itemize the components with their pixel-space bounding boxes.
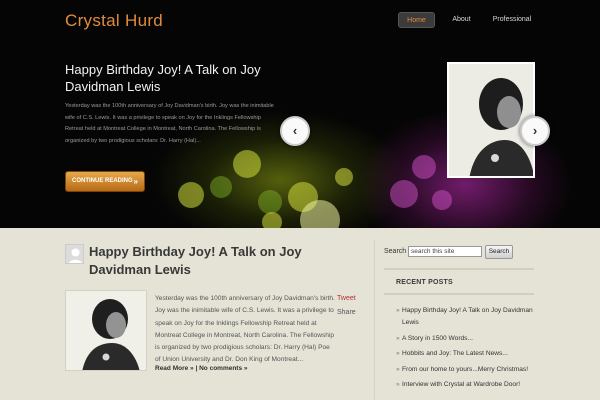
continue-reading-button[interactable]: CONTINUE READING » [65,171,145,192]
search-input[interactable] [408,246,482,257]
recent-posts-heading: RECENT POSTS [396,279,453,286]
hero-slider: Crystal Hurd Home About Professional Hap… [0,0,600,228]
bokeh-light [210,176,232,198]
bokeh-light [178,182,204,208]
nav-home[interactable]: Home [398,12,435,28]
recent-post-link[interactable]: Interview with Crystal at Wardrobe Door! [396,379,536,391]
featured-title[interactable]: Happy Birthday Joy! A Talk on Joy Davidm… [65,61,280,95]
chevron-left-icon: ‹ [292,123,298,138]
double-chevron-icon: » [133,177,138,186]
column-divider [374,240,375,400]
slider-next-button[interactable]: › [520,116,550,146]
slider-prev-button[interactable]: ‹ [280,116,310,146]
share-button[interactable]: Share [337,309,356,316]
portrait-image [66,291,146,370]
recent-post-link[interactable]: A Story in 1500 Words... [396,333,536,345]
nav-about[interactable]: About [444,12,479,28]
recent-post-link[interactable]: Hobbits and Joy: The Latest News... [396,348,536,360]
nav-professional[interactable]: Professional [488,12,536,28]
bokeh-light [432,190,452,210]
link-separator: | [195,365,198,372]
post-links: Read More » | No comments » [155,365,248,372]
post-thumbnail[interactable] [65,290,147,371]
post-title[interactable]: Happy Birthday Joy! A Talk on Joy Davidm… [89,243,364,279]
comments-link[interactable]: No comments » [199,365,247,372]
bokeh-light [412,155,436,179]
recent-post-link[interactable]: Happy Birthday Joy! A Talk on Joy Davidm… [396,305,536,329]
bokeh-light [390,180,418,208]
featured-excerpt: Yesterday was the 100th anniversary of J… [65,103,274,144]
search-label: Search [384,248,407,255]
bokeh-light [335,168,353,186]
tweet-button[interactable]: Tweet [337,295,356,302]
continue-reading-label: CONTINUE READING [72,178,133,184]
author-avatar [65,244,84,264]
read-more-link[interactable]: Read More » [155,365,194,372]
site-title[interactable]: Crystal Hurd [65,11,163,31]
bokeh-light [258,190,282,214]
post-excerpt: Yesterday was the 100th anniversary of J… [155,295,335,364]
search-button[interactable]: Search [485,245,513,259]
recent-post-link[interactable]: From our home to yours...Merry Christmas… [396,364,536,376]
user-icon [66,245,83,263]
chevron-right-icon: › [532,123,538,138]
recent-posts-list: Happy Birthday Joy! A Talk on Joy Davidm… [396,305,536,395]
bokeh-light [233,150,261,178]
sidebar-divider [384,293,534,295]
featured-image[interactable] [447,62,535,178]
bokeh-light [262,212,282,228]
sidebar-divider [384,268,534,270]
main-nav: Home About Professional [398,12,536,28]
